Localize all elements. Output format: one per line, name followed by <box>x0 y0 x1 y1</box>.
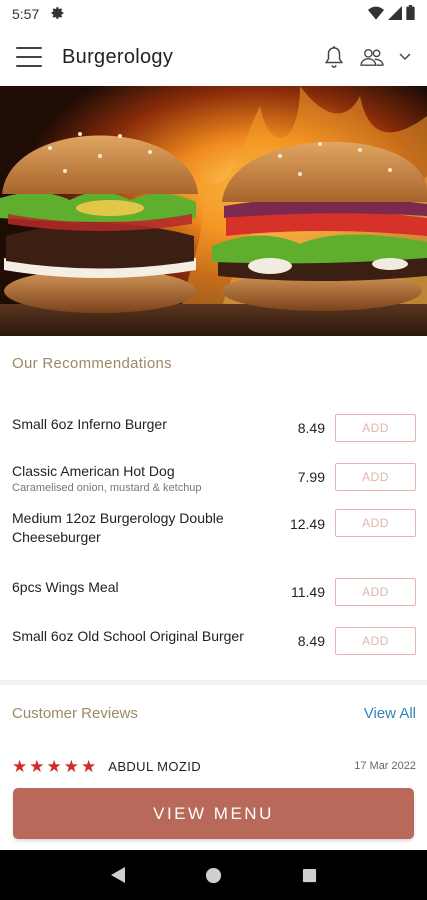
reviewer-name: ABDUL MOZID <box>108 758 202 774</box>
item-price: 8.49 <box>297 633 325 649</box>
bell-icon[interactable] <box>323 45 345 69</box>
chevron-down-icon[interactable] <box>399 53 411 61</box>
list-item: Medium 12oz Burgerology Double Cheesebur… <box>0 506 427 550</box>
signal-icon <box>388 5 402 23</box>
item-name: Classic American Hot Dog <box>12 463 175 479</box>
status-bar: 5:57 <box>0 0 427 28</box>
wifi-icon <box>368 6 384 23</box>
recents-icon[interactable] <box>302 868 317 883</box>
view-menu-button[interactable]: VIEW MENU <box>13 788 414 839</box>
add-button[interactable]: ADD <box>335 463 416 491</box>
gear-icon <box>51 6 65 23</box>
item-name: Small 6oz Inferno Burger <box>12 416 167 432</box>
item-price: 8.49 <box>297 420 325 436</box>
review-date: 17 Mar 2022 <box>354 760 416 772</box>
item-price: 12.49 <box>289 516 325 532</box>
app-actions <box>323 45 411 69</box>
item-subtitle: Caramelised onion, mustard & ketchup <box>12 482 202 494</box>
status-time: 5:57 <box>12 6 40 22</box>
star-icon: ★ <box>12 756 28 776</box>
burgers-illustration <box>0 86 427 336</box>
list-item: Small 6oz Inferno Burger 8.49 ADD <box>0 398 427 442</box>
reviews-heading: Customer Reviews <box>12 705 138 722</box>
star-rating: ★ ★ ★ ★ ★ <box>12 758 96 775</box>
status-icons <box>368 5 415 23</box>
battery-icon <box>406 5 415 23</box>
item-name: Medium 12oz Burgerology Double Cheesebur… <box>12 510 224 545</box>
view-all-link[interactable]: View All <box>364 705 416 722</box>
add-button[interactable]: ADD <box>335 509 416 537</box>
star-icon: ★ <box>63 756 79 776</box>
recommendations-heading: Our Recommendations <box>12 355 172 372</box>
star-icon: ★ <box>46 756 62 776</box>
home-icon[interactable] <box>205 867 222 884</box>
star-icon: ★ <box>81 756 97 776</box>
item-price: 7.99 <box>297 469 325 485</box>
add-button[interactable]: ADD <box>335 414 416 442</box>
hero-image <box>0 86 427 336</box>
app-bar: Burgerology <box>0 28 427 86</box>
item-name: 6pcs Wings Meal <box>12 579 119 595</box>
star-icon: ★ <box>29 756 45 776</box>
section-divider <box>0 680 427 685</box>
list-item: Classic American Hot Dog Caramelised oni… <box>0 447 427 494</box>
menu-icon[interactable] <box>16 47 42 67</box>
review-item: ★ ★ ★ ★ ★ ABDUL MOZID 17 Mar 2022 <box>12 756 416 776</box>
app-title: Burgerology <box>62 45 174 68</box>
add-button[interactable]: ADD <box>335 627 416 655</box>
users-icon[interactable] <box>359 47 385 67</box>
item-price: 11.49 <box>291 584 325 600</box>
system-nav-bar <box>0 850 427 900</box>
list-item: 6pcs Wings Meal 11.49 ADD <box>0 568 427 612</box>
item-name: Small 6oz Old School Original Burger <box>12 628 244 644</box>
list-item: Small 6oz Old School Original Burger 8.4… <box>0 617 427 661</box>
back-icon[interactable] <box>110 866 126 884</box>
add-button[interactable]: ADD <box>335 578 416 606</box>
